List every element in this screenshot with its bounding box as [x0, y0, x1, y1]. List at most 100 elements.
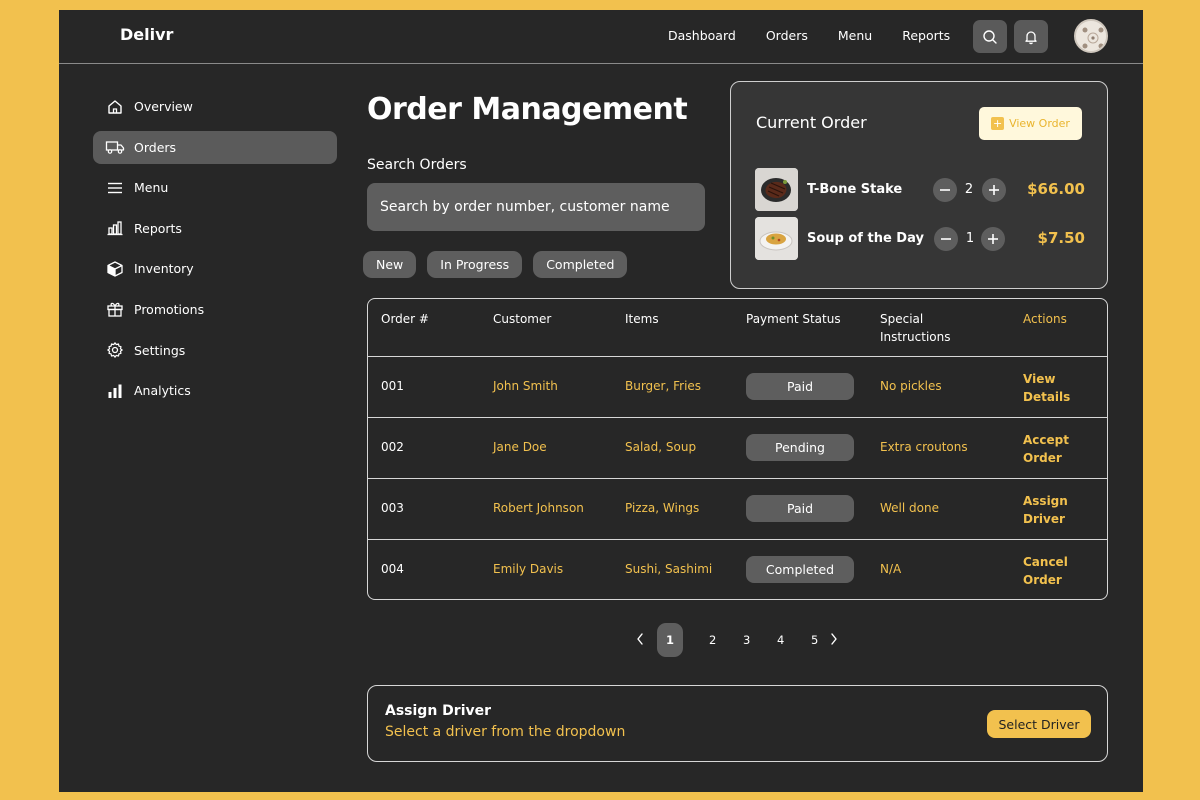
action-line-1: Assign [1023, 494, 1068, 508]
next-page-button[interactable] [829, 632, 839, 649]
customer-name[interactable]: Emily Davis [493, 562, 563, 576]
page-2[interactable]: 2 [709, 633, 716, 647]
select-driver-button[interactable]: Select Driver [987, 710, 1091, 738]
quantity-value: 1 [965, 231, 975, 246]
special-instructions: N/A [880, 562, 902, 576]
page-1[interactable]: 1 [657, 623, 683, 657]
home-icon [105, 97, 125, 117]
order-items: Sushi, Sashimi [625, 562, 713, 576]
search-button[interactable] [973, 20, 1007, 53]
accept-order-action[interactable]: Accept Order [1023, 431, 1083, 467]
dish-name: T-Bone Stake [807, 182, 903, 197]
sidebar-item-label: Inventory [134, 261, 194, 277]
page-5[interactable]: 5 [811, 633, 818, 647]
item-price: $7.50 [1037, 229, 1085, 247]
truck-icon [105, 137, 125, 157]
header-special-instructions: Special Instructions [880, 310, 950, 346]
view-details-action[interactable]: View Details [1023, 370, 1083, 406]
sidebar-item-label: Analytics [134, 383, 191, 399]
gear-icon [105, 340, 125, 360]
dish-image-soup [755, 217, 798, 260]
action-line-1: Accept [1023, 433, 1069, 447]
order-item-row: T-Bone Stake 2 $66.00 [755, 168, 1085, 211]
view-order-button[interactable]: + View Order [979, 107, 1082, 140]
action-line-2: Order [1023, 573, 1062, 587]
sidebar-item-settings[interactable]: Settings [93, 334, 337, 367]
header-items: Items [625, 312, 659, 326]
sidebar-item-menu[interactable]: Menu [93, 171, 337, 204]
cancel-order-action[interactable]: Cancel Order [1023, 553, 1083, 589]
dish-image-steak [755, 168, 798, 211]
special-instructions: No pickles [880, 379, 942, 393]
prev-page-button[interactable] [635, 632, 645, 649]
menu-icon [105, 178, 125, 198]
table-row: 002 Jane Doe Salad, Soup Pending Extra c… [368, 418, 1107, 479]
sidebar-item-analytics[interactable]: Analytics [93, 374, 337, 407]
assign-driver-subtitle: Select a driver from the dropdown [385, 724, 626, 740]
current-order-card: Current Order + View Order T-Bone Stake … [730, 81, 1108, 289]
action-line-2: Order [1023, 451, 1062, 465]
order-number: 003 [381, 501, 404, 515]
table-row: 003 Robert Johnson Pizza, Wings Paid Wel… [368, 479, 1107, 540]
item-price: $66.00 [1027, 180, 1085, 198]
table-row: 001 John Smith Burger, Fries Paid No pic… [368, 357, 1107, 418]
filter-in-progress[interactable]: In Progress [427, 251, 523, 278]
assign-driver-action[interactable]: Assign Driver [1023, 492, 1083, 528]
action-line-1: Cancel [1023, 555, 1068, 569]
nav-reports[interactable]: Reports [902, 28, 950, 43]
increase-quantity-button[interactable] [981, 227, 1005, 251]
customer-name[interactable]: John Smith [493, 379, 558, 393]
nav-dashboard[interactable]: Dashboard [668, 28, 736, 43]
notifications-button[interactable] [1014, 20, 1048, 53]
page-3[interactable]: 3 [743, 633, 750, 647]
special-instructions: Well done [880, 501, 939, 515]
page-4[interactable]: 4 [777, 633, 784, 647]
brand-logo[interactable]: Delivr [120, 25, 173, 44]
search-icon [983, 29, 997, 44]
payment-status-badge: Paid [746, 373, 854, 400]
filter-completed[interactable]: Completed [533, 251, 628, 278]
order-item-row: Soup of the Day 1 $7.50 [755, 217, 1085, 260]
plus-icon: + [991, 117, 1005, 130]
minus-icon [940, 189, 950, 191]
decrease-quantity-button[interactable] [933, 178, 957, 202]
action-line-2: Details [1023, 390, 1071, 404]
sidebar-item-label: Overview [134, 99, 193, 114]
sidebar-item-label: Promotions [134, 301, 205, 317]
nav-orders[interactable]: Orders [766, 28, 808, 43]
sidebar-item-promotions[interactable]: Promotions [93, 293, 337, 326]
customer-name[interactable]: Robert Johnson [493, 501, 584, 515]
avatar[interactable] [1074, 19, 1108, 53]
sidebar-item-reports[interactable]: Reports [93, 212, 337, 245]
order-items: Salad, Soup [625, 440, 697, 454]
sidebar-item-orders[interactable]: Orders [93, 130, 337, 164]
header-special-line-1: Special [880, 312, 924, 326]
top-nav-links: Dashboard Orders Menu Reports [668, 28, 950, 43]
action-line-1: View [1023, 372, 1056, 386]
increase-quantity-button[interactable] [982, 178, 1006, 202]
pagination: 1 2 3 4 5 [631, 623, 851, 658]
decrease-quantity-button[interactable] [934, 227, 958, 251]
chevron-left-icon [637, 633, 643, 645]
payment-status-badge: Completed [746, 556, 854, 583]
bell-icon [1025, 30, 1037, 44]
order-number: 004 [381, 562, 404, 576]
quantity-value: 2 [964, 182, 974, 197]
avatar-pattern-icon [1076, 21, 1106, 51]
analytics-icon [105, 381, 125, 401]
order-items: Burger, Fries [625, 379, 702, 393]
payment-status-badge: Paid [746, 495, 854, 522]
bar-chart-icon [105, 218, 125, 238]
sidebar-item-label: Menu [134, 180, 169, 196]
customer-name[interactable]: Jane Doe [493, 440, 547, 454]
search-input[interactable]: Search by order number, customer name [367, 183, 705, 231]
current-order-title: Current Order [756, 113, 867, 132]
sidebar-item-inventory[interactable]: Inventory [93, 252, 337, 285]
filter-new[interactable]: New [363, 251, 417, 278]
nav-menu[interactable]: Menu [838, 28, 872, 43]
sidebar-item-overview[interactable]: Overview [93, 90, 337, 123]
header-order-number: Order # [381, 312, 429, 326]
table-row: 004 Emily Davis Sushi, Sashimi Completed… [368, 540, 1107, 599]
order-number: 001 [381, 379, 404, 393]
sidebar-item-label: Reports [134, 220, 182, 236]
